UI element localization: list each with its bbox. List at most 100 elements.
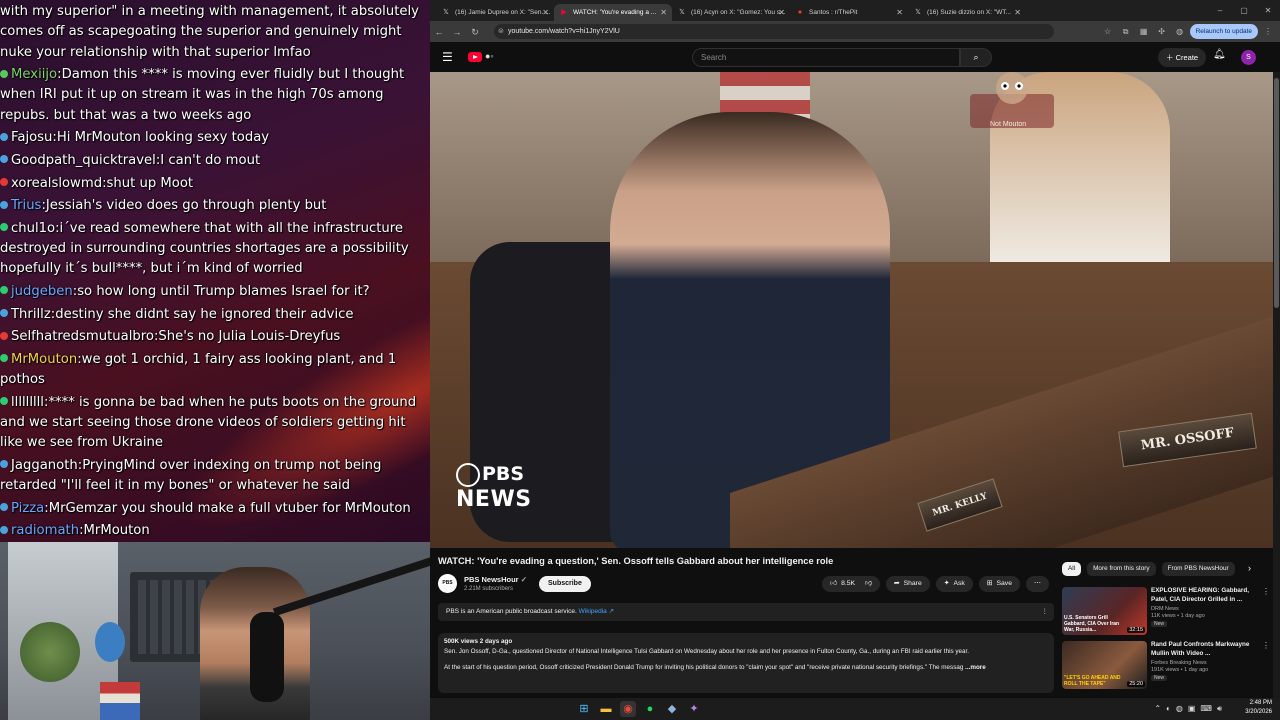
share-button[interactable]: ➦ Share [885,576,930,592]
close-icon[interactable]: ✕ [778,4,785,21]
chat-username[interactable]: judgeben [11,284,73,299]
taskbar-clock[interactable]: 2:48 PM 3/20/2026 [1245,699,1272,717]
close-icon[interactable]: ✕ [1014,4,1021,21]
recommendation-channel[interactable]: DRM News [1151,606,1179,612]
tray-app-icon[interactable]: ▣ [1188,702,1196,716]
start-windows-icon[interactable]: ⊞ [576,701,592,717]
save-button[interactable]: ⊞ Save [978,576,1020,592]
chat-message: chul1o:i´ve read somewhere that with all… [0,219,430,280]
ask-button[interactable]: ✦ Ask [935,576,973,592]
chat-username[interactable]: MrMouton [11,352,77,367]
obs-icon[interactable]: ✦ [686,701,702,717]
chip-all[interactable]: All [1062,562,1082,576]
chevron-right-icon[interactable]: › [1248,563,1251,573]
chat-username[interactable]: Jagganoth [11,458,78,473]
tray-app-icon[interactable]: ◐ [1166,702,1171,716]
chat-username[interactable]: Thrillz [11,307,51,322]
recommendation-item[interactable]: "LET'S GO AHEAD AND ROLL THE TAPE" 25:20… [1062,641,1272,689]
chip-from-channel[interactable]: From PBS NewsHour [1161,562,1235,576]
chat-username[interactable]: Mexiijo [11,67,57,82]
back-icon[interactable]: ← [430,23,448,41]
minimize-button[interactable]: – [1208,0,1232,21]
video-description[interactable]: 500K views 2 days ago Sen. Jon Ossoff, D… [438,633,1054,693]
tab-1[interactable]: ▶ WATCH: 'You're evading a ... ✕ [554,4,672,21]
search-input[interactable]: Search [692,48,960,67]
profile-icon[interactable]: ◍ [1172,24,1188,39]
maximize-button[interactable]: ▢ [1232,0,1256,21]
recommendation-thumbnail[interactable]: "LET'S GO AHEAD AND ROLL THE TAPE" 25:20 [1062,641,1147,689]
user-badge-icon [0,178,8,187]
chat-username[interactable]: Trius [11,198,41,213]
recommendation-kebab-icon[interactable]: ⋮ [1262,587,1270,596]
recommendation-thumbnail[interactable]: U.S. Senators Grill Gabbard, CIA Over Ir… [1062,587,1147,635]
extension-icon[interactable]: ⧉ [1118,24,1134,39]
channel-name[interactable]: PBS NewsHour ✓ [464,575,527,584]
recommendation-item[interactable]: U.S. Senators Grill Gabbard, CIA Over Ir… [1062,587,1272,635]
tab-2[interactable]: 𝕏 (16) Acyn on X: "Gomez: You s... ✕ [672,4,790,21]
address-bar[interactable]: youtube.com/watch?v=hi1JnyY2VlU [494,24,1054,39]
chat-username[interactable]: Selfhatredsmutualbro [11,329,154,344]
chat-text: I can't do mout [160,152,261,168]
youtube-logo-icon[interactable] [468,52,482,62]
forward-icon[interactable]: → [448,23,466,41]
puzzle-icon[interactable]: ✣ [1154,24,1170,39]
clock-time: 2:48 PM [1249,700,1272,706]
extension-icon[interactable]: ▦ [1136,24,1152,39]
recommendation-title[interactable]: EXPLOSIVE HEARING: Gabbard, Patel, CIA D… [1151,587,1259,604]
video-player[interactable]: MR. OSSOFF MR. KELLY PBS NEWS Not Mouton [430,72,1273,548]
tab-title: WATCH: 'You're evading a ... [573,9,657,16]
search-icon[interactable]: ⌕ [960,48,992,67]
recommendation-kebab-icon[interactable]: ⋮ [1262,641,1270,650]
steam-icon[interactable]: ◆ [664,701,680,717]
account-avatar[interactable]: S [1241,50,1256,65]
chat-text: She's no Julia Louis-Dreyfus [158,329,341,345]
close-icon[interactable]: ✕ [660,4,667,21]
page-scrollbar[interactable] [1273,72,1280,702]
chat-username[interactable]: radiomath [11,523,79,538]
chat-message: judgeben:so how long until Trump blames … [0,282,430,302]
channel-avatar[interactable]: PBS [438,574,457,593]
user-badge-icon [0,460,8,469]
chrome-icon[interactable]: ◉ [620,701,636,717]
bookmark-star-icon[interactable]: ☆ [1100,24,1116,39]
chat-username[interactable]: Pizza [11,501,44,516]
tab-0[interactable]: 𝕏 (16) Jamie Dupree on X: "Sen. ... ✕ [436,4,554,21]
reload-icon[interactable]: ↻ [466,23,484,41]
plus-icon: ＋ [1166,53,1176,62]
recommendation-title[interactable]: Rand Paul Confronts Markwayne Mullin Wit… [1151,641,1259,658]
close-window-button[interactable]: ✕ [1256,0,1280,21]
chat-username[interactable]: Fajosu [11,130,52,145]
tray-app-icon[interactable]: ◍ [1176,702,1183,716]
subscribe-button[interactable]: Subscribe [539,576,591,592]
chat-username[interactable]: Goodpath_quicktravel [11,153,156,168]
like-button[interactable]: 👍︎ 8.5K 👎︎ [822,576,880,592]
close-icon[interactable]: ✕ [896,4,903,21]
spotify-icon[interactable]: ● [642,701,658,717]
close-icon[interactable]: ✕ [542,4,549,21]
relaunch-button[interactable]: Relaunch to update [1189,24,1258,39]
tab-4[interactable]: 𝕏 (16) Suzie dizzio on X: "WT... ✕ [908,4,1026,21]
tray-arrow-icon[interactable]: ⌃ [1154,702,1161,716]
chat-message: radiomath:MrMouton [0,521,430,541]
more-actions-button[interactable]: ⋯ [1025,576,1049,592]
show-more-link[interactable]: ...more [965,664,986,671]
tab-3[interactable]: ● Santos : r/ThePit ✕ [790,4,908,21]
hamburger-menu-icon[interactable]: ☰ [442,50,453,64]
create-label: Create [1175,53,1199,62]
create-button[interactable]: ＋ Create [1158,48,1207,67]
chip-more-from-story[interactable]: More from this story [1087,562,1156,576]
recommendation-channel[interactable]: Forbes Breaking News [1151,660,1207,666]
chat-username[interactable]: lllllllll [11,395,44,410]
chat-username[interactable]: xorealslowmd [11,176,102,191]
volume-icon[interactable]: 🔊︎ [1217,702,1222,716]
menu-kebab-icon[interactable]: ⋮ [1260,24,1276,39]
info-kebab-icon[interactable]: ⋮ [1042,603,1049,621]
description-line-1: Sen. Jon Ossoff, D-Ga., questioned Direc… [444,648,970,655]
chat-username[interactable]: chul1o [11,221,55,236]
thumbs-down-icon[interactable]: 👎︎ [865,580,872,587]
file-explorer-icon[interactable]: ▬ [598,701,614,717]
wikipedia-link[interactable]: Wikipedia ↗ [579,608,614,615]
doodle-icon[interactable]: ●◦ [485,51,494,61]
notifications-bell-icon[interactable]: 🔔︎ [1213,49,1226,60]
network-icon[interactable]: ⌨ [1200,702,1212,716]
